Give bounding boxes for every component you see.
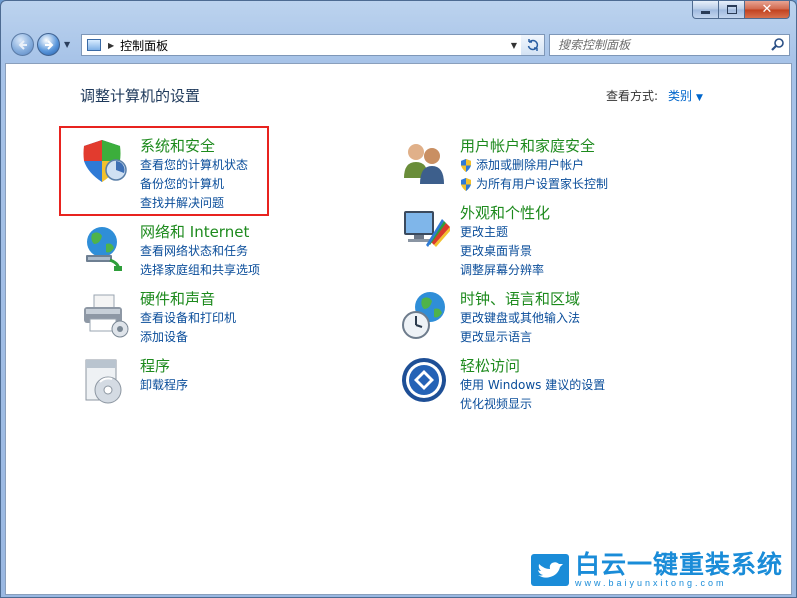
- watermark: 白云一键重装系统 www.baiyunxitong.com: [530, 550, 783, 589]
- network-globe-icon: [86, 227, 122, 271]
- category-title-hardware-sound[interactable]: 硬件和声音: [140, 289, 400, 309]
- watermark-text-block: 白云一键重装系统 www.baiyunxitong.com: [574, 550, 783, 589]
- minimize-icon: [701, 11, 710, 14]
- category-text: 程序 卸载程序: [140, 356, 400, 395]
- link-add-device[interactable]: 添加设备: [140, 328, 400, 347]
- bird-icon: [537, 562, 563, 578]
- category-text: 用户帐户和家庭安全 添加或删除用户帐户 为所有用户设置家长控制: [460, 136, 720, 194]
- back-arrow-icon: [18, 39, 27, 50]
- address-dropdown-icon[interactable]: ▼: [511, 41, 517, 50]
- clock-globe-icon: [402, 292, 445, 339]
- link-adjust-resolution[interactable]: 调整屏幕分辨率: [460, 261, 720, 280]
- breadcrumb-control-panel[interactable]: 控制面板: [120, 37, 168, 54]
- category-text: 硬件和声音 查看设备和打印机 添加设备: [140, 289, 400, 347]
- content-pane: 调整计算机的设置 查看方式: 类别 ▼ 系统和安全 查看您的计算机状态 备份您的计…: [5, 63, 792, 595]
- link-add-remove-users[interactable]: 添加或删除用户帐户: [460, 156, 720, 175]
- view-by-value[interactable]: 类别: [668, 89, 692, 103]
- link-uninstall-program[interactable]: 卸载程序: [140, 376, 400, 395]
- category-title-network-internet[interactable]: 网络和 Internet: [140, 222, 400, 242]
- watermark-bird-logo-icon: [530, 554, 569, 586]
- link-add-remove-users-label[interactable]: 添加或删除用户帐户: [476, 156, 584, 175]
- link-view-devices-printers[interactable]: 查看设备和打印机: [140, 309, 400, 328]
- link-parental-controls[interactable]: 为所有用户设置家长控制: [460, 175, 720, 194]
- link-change-desktop-background[interactable]: 更改桌面背景: [460, 242, 720, 261]
- view-by-arrow-icon[interactable]: ▼: [696, 93, 703, 103]
- forward-button[interactable]: [37, 33, 60, 56]
- search-box[interactable]: [549, 34, 790, 56]
- category-title-ease-of-access[interactable]: 轻松访问: [460, 356, 720, 376]
- page-title: 调整计算机的设置: [80, 87, 201, 105]
- programs-icon: [85, 359, 122, 404]
- category-title-clock-language-region[interactable]: 时钟、语言和区域: [460, 289, 720, 309]
- link-windows-recommended-settings[interactable]: 使用 Windows 建议的设置: [460, 376, 720, 395]
- maximize-button[interactable]: [719, 1, 745, 19]
- users-icon: [404, 144, 444, 184]
- search-input[interactable]: [550, 37, 769, 53]
- control-panel-icon: [87, 39, 101, 51]
- category-title-programs[interactable]: 程序: [140, 356, 400, 376]
- view-by-label: 查看方式:: [606, 89, 659, 103]
- link-change-display-language[interactable]: 更改显示语言: [460, 328, 720, 347]
- watermark-url: www.baiyunxitong.com: [574, 578, 727, 588]
- uac-shield-icon: [461, 178, 471, 191]
- link-optimize-visual-display[interactable]: 优化视频显示: [460, 395, 720, 414]
- control-panel-window: ✕ ▼ ▶ 控制面板 ▼ 搜索控制面板 调整计算机的设置 查看方式: 类别 ▼ …: [0, 0, 797, 598]
- minimize-button[interactable]: [692, 1, 719, 19]
- link-troubleshoot[interactable]: 查找并解决问题: [140, 194, 400, 213]
- navigation-bar: ▼ ▶ 控制面板 ▼: [9, 31, 790, 59]
- link-view-network-status[interactable]: 查看网络状态和任务: [140, 242, 400, 261]
- link-change-theme[interactable]: 更改主题: [460, 223, 720, 242]
- close-icon: ✕: [761, 2, 773, 17]
- address-bar[interactable]: ▶ 控制面板 ▼: [81, 34, 522, 56]
- link-change-keyboard[interactable]: 更改键盘或其他输入法: [460, 309, 720, 328]
- category-text: 轻松访问 使用 Windows 建议的设置 优化视频显示: [460, 356, 720, 414]
- shield-icon: [83, 140, 127, 182]
- printer-icon: [84, 294, 129, 338]
- maximize-icon: [726, 5, 737, 14]
- close-button[interactable]: ✕: [745, 1, 790, 19]
- view-by-dropdown[interactable]: 类别 ▼: [668, 87, 703, 104]
- category-text: 外观和个性化 更改主题 更改桌面背景 调整屏幕分辨率: [460, 203, 720, 280]
- caption-buttons: ✕: [692, 1, 790, 19]
- link-backup-computer[interactable]: 备份您的计算机: [140, 175, 400, 194]
- category-title-system-security[interactable]: 系统和安全: [140, 136, 400, 156]
- forward-arrow-icon: [44, 39, 53, 50]
- category-text: 系统和安全 查看您的计算机状态 备份您的计算机 查找并解决问题: [140, 136, 400, 213]
- link-view-computer-status[interactable]: 查看您的计算机状态: [140, 156, 400, 175]
- watermark-text: 白云一键重装系统: [574, 550, 783, 579]
- ease-of-access-icon: [402, 358, 446, 402]
- link-homegroup-sharing[interactable]: 选择家庭组和共享选项: [140, 261, 400, 280]
- refresh-icon: [527, 39, 538, 51]
- category-title-user-accounts[interactable]: 用户帐户和家庭安全: [460, 136, 720, 156]
- category-text: 时钟、语言和区域 更改键盘或其他输入法 更改显示语言: [460, 289, 720, 347]
- breadcrumb-separator-icon[interactable]: ▶: [108, 41, 114, 50]
- category-text: 网络和 Internet 查看网络状态和任务 选择家庭组和共享选项: [140, 222, 400, 280]
- search-icon[interactable]: [769, 36, 787, 54]
- category-title-appearance[interactable]: 外观和个性化: [460, 203, 720, 223]
- back-button[interactable]: [11, 33, 34, 56]
- link-parental-controls-label[interactable]: 为所有用户设置家长控制: [476, 175, 608, 194]
- monitor-palette-icon: [404, 211, 450, 247]
- recent-pages-dropdown[interactable]: ▼: [64, 40, 70, 49]
- uac-shield-icon: [461, 159, 471, 172]
- refresh-button[interactable]: [521, 34, 545, 56]
